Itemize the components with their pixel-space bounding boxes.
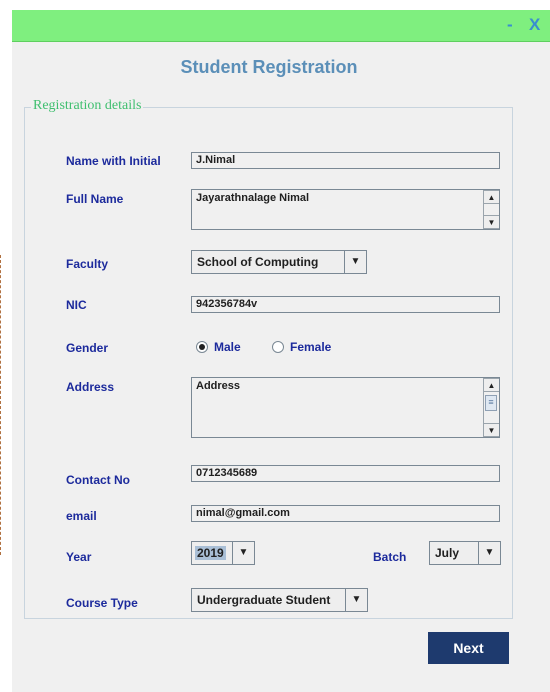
address-scrollbar[interactable]: ▲ ≡ ▼ bbox=[483, 378, 499, 437]
gender-male-label[interactable]: Male bbox=[214, 340, 241, 354]
year-label: Year bbox=[66, 550, 92, 564]
full-name-label: Full Name bbox=[66, 192, 124, 206]
name-initial-label: Name with Initial bbox=[66, 154, 161, 168]
chevron-down-icon[interactable]: ▼ bbox=[345, 589, 367, 611]
window-edge-guide bbox=[0, 255, 2, 555]
email-label: email bbox=[66, 509, 97, 523]
batch-label: Batch bbox=[373, 550, 407, 564]
nic-input[interactable]: 942356784v bbox=[191, 296, 500, 313]
year-select[interactable]: 2019 ▼ bbox=[191, 541, 255, 565]
contact-input[interactable]: 0712345689 bbox=[191, 465, 500, 482]
scroll-thumb-icon[interactable]: ≡ bbox=[485, 395, 497, 411]
gender-female-label[interactable]: Female bbox=[290, 340, 331, 354]
scroll-up-icon[interactable]: ▲ bbox=[484, 190, 499, 204]
address-value: Address bbox=[196, 380, 241, 392]
course-type-label: Course Type bbox=[66, 596, 138, 610]
scroll-down-icon[interactable]: ▼ bbox=[484, 215, 499, 229]
full-name-scrollbar[interactable]: ▲ ▼ bbox=[483, 190, 499, 229]
course-type-select[interactable]: Undergraduate Student ▼ bbox=[191, 588, 368, 612]
address-textarea[interactable]: Address ▲ ≡ ▼ bbox=[191, 377, 500, 438]
gender-female-radio[interactable] bbox=[272, 341, 284, 353]
gender-male-radio[interactable] bbox=[196, 341, 208, 353]
email-input[interactable]: nimal@gmail.com bbox=[191, 505, 500, 522]
batch-select[interactable]: July ▼ bbox=[429, 541, 501, 565]
panel-legend: Registration details bbox=[31, 98, 144, 114]
name-initial-input[interactable]: J.Nimal bbox=[191, 152, 500, 169]
minimize-button[interactable]: - bbox=[507, 16, 513, 34]
chevron-down-icon[interactable]: ▼ bbox=[478, 542, 500, 564]
faculty-value: School of Computing bbox=[197, 255, 319, 269]
close-button[interactable]: X bbox=[529, 16, 540, 34]
chevron-down-icon[interactable]: ▼ bbox=[232, 542, 254, 564]
gender-label: Gender bbox=[66, 341, 109, 355]
faculty-select[interactable]: School of Computing ▼ bbox=[191, 250, 367, 274]
scroll-down-icon[interactable]: ▼ bbox=[484, 423, 499, 437]
contact-label: Contact No bbox=[66, 473, 130, 487]
batch-value: July bbox=[435, 546, 460, 560]
title-bar[interactable]: - X bbox=[12, 10, 550, 42]
full-name-value: Jayarathnalage Nimal bbox=[196, 192, 310, 204]
full-name-textarea[interactable]: Jayarathnalage Nimal ▲ ▼ bbox=[191, 189, 500, 230]
nic-label: NIC bbox=[66, 298, 87, 312]
scroll-up-icon[interactable]: ▲ bbox=[484, 378, 499, 392]
page-title: Student Registration bbox=[180, 57, 358, 77]
chevron-down-icon[interactable]: ▼ bbox=[344, 251, 366, 273]
course-type-value: Undergraduate Student bbox=[197, 593, 331, 607]
faculty-label: Faculty bbox=[66, 257, 109, 271]
year-value: 2019 bbox=[195, 546, 226, 560]
next-button[interactable]: Next bbox=[428, 632, 509, 664]
address-label: Address bbox=[66, 380, 115, 394]
